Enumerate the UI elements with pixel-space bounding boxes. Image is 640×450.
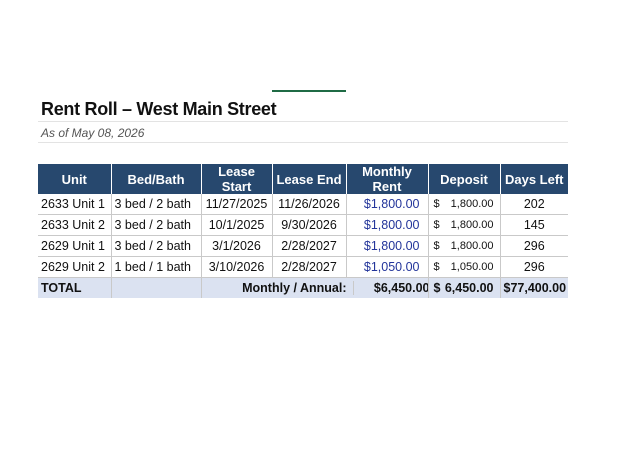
cell-monthly-rent[interactable]: $1,050.00	[346, 256, 429, 278]
cell-deposit[interactable]: $1,800.00	[428, 235, 501, 257]
total-deposit: 6,450.00	[444, 281, 494, 295]
table-row: 2629 Unit 2 1 bed / 1 bath 3/10/2026 2/2…	[38, 256, 568, 278]
cell-lease-end[interactable]: 2/28/2027	[272, 235, 347, 257]
currency-symbol: $	[433, 240, 440, 252]
total-monthly-rent: $6,450.00	[352, 281, 427, 295]
cell-days-left[interactable]: 296	[500, 256, 568, 278]
deposit-amount: 1,800.00	[450, 198, 494, 210]
cell-monthly-rent[interactable]: $1,800.00	[346, 194, 429, 215]
deposit-amount: 1,800.00	[450, 240, 494, 252]
cell-days-left[interactable]: 145	[500, 214, 568, 236]
cell-lease-start[interactable]: 3/10/2026	[201, 256, 273, 278]
header-lease-end[interactable]: Lease End	[272, 164, 347, 194]
header-unit[interactable]: Unit	[38, 164, 112, 194]
cell-bedbath[interactable]: 3 bed / 2 bath	[111, 194, 202, 215]
total-caption-cell[interactable]: Monthly / Annual: $6,450.00	[201, 277, 429, 298]
header-bedbath[interactable]: Bed/Bath	[111, 164, 202, 194]
rent-roll-table: Unit Bed/Bath Lease Start Lease End Mont…	[38, 164, 568, 298]
cell-unit[interactable]: 2629 Unit 1	[38, 235, 112, 257]
deposit-amount: 1,800.00	[450, 219, 494, 231]
table-row: 2633 Unit 2 3 bed / 2 bath 10/1/2025 9/3…	[38, 214, 568, 236]
cell-lease-start[interactable]: 10/1/2025	[201, 214, 273, 236]
cell-monthly-rent[interactable]: $1,800.00	[346, 214, 429, 236]
cell-unit[interactable]: 2633 Unit 1	[38, 194, 112, 215]
table-row: 2633 Unit 1 3 bed / 2 bath 11/27/2025 11…	[38, 194, 568, 215]
cell-monthly-rent[interactable]: $1,800.00	[346, 235, 429, 257]
total-row: TOTAL Monthly / Annual: $6,450.00 $6,450.…	[38, 277, 568, 298]
header-row: Unit Bed/Bath Lease Start Lease End Mont…	[38, 164, 568, 194]
header-monthly-rent[interactable]: Monthly Rent	[346, 164, 429, 194]
cell-lease-end[interactable]: 2/28/2027	[272, 256, 347, 278]
cell-deposit[interactable]: $1,800.00	[428, 214, 501, 236]
cell-lease-end[interactable]: 11/26/2026	[272, 194, 347, 215]
cell-bedbath[interactable]: 3 bed / 2 bath	[111, 214, 202, 236]
total-blank-cell[interactable]	[111, 277, 202, 298]
cell-lease-end[interactable]: 9/30/2026	[272, 214, 347, 236]
currency-symbol: $	[433, 198, 440, 210]
currency-symbol: $	[433, 261, 440, 273]
sheet-title[interactable]: Rent Roll – West Main Street	[41, 99, 277, 120]
deposit-amount: 1,050.00	[450, 261, 494, 273]
total-annual[interactable]: $77,400.00	[500, 277, 568, 298]
cell-unit[interactable]: 2633 Unit 2	[38, 214, 112, 236]
total-label[interactable]: TOTAL	[38, 277, 112, 298]
header-days-left[interactable]: Days Left	[500, 164, 568, 194]
cell-deposit[interactable]: $1,050.00	[428, 256, 501, 278]
sheet-gridline	[38, 121, 568, 122]
header-deposit[interactable]: Deposit	[428, 164, 501, 194]
currency-symbol: $	[433, 219, 440, 231]
currency-symbol: $	[433, 281, 441, 295]
total-caption: Monthly / Annual:	[242, 281, 347, 295]
cell-selection-marker	[272, 90, 346, 92]
header-lease-start[interactable]: Lease Start	[201, 164, 273, 194]
sheet-gridline	[38, 142, 568, 143]
cell-days-left[interactable]: 202	[500, 194, 568, 215]
table-row: 2629 Unit 1 3 bed / 2 bath 3/1/2026 2/28…	[38, 235, 568, 257]
as-of-date[interactable]: As of May 08, 2026	[41, 126, 144, 140]
total-deposit-cell[interactable]: $6,450.00	[428, 277, 501, 298]
cell-bedbath[interactable]: 1 bed / 1 bath	[111, 256, 202, 278]
cell-bedbath[interactable]: 3 bed / 2 bath	[111, 235, 202, 257]
cell-deposit[interactable]: $1,800.00	[428, 194, 501, 215]
cell-lease-start[interactable]: 3/1/2026	[201, 235, 273, 257]
cell-unit[interactable]: 2629 Unit 2	[38, 256, 112, 278]
cell-lease-start[interactable]: 11/27/2025	[201, 194, 273, 215]
cell-days-left[interactable]: 296	[500, 235, 568, 257]
